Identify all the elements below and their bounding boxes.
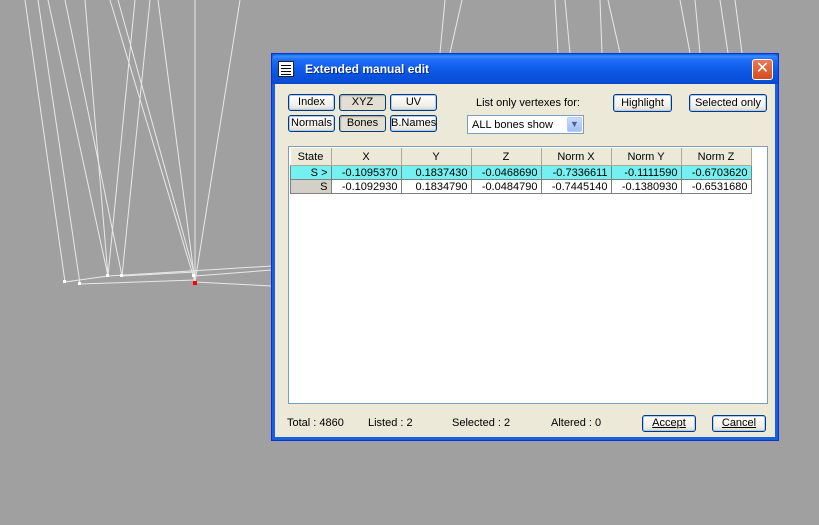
vertex-grid[interactable]: State X Y Z Norm X Norm Y Norm Z S > -0.… (288, 146, 768, 404)
normals-button[interactable]: Normals (288, 115, 335, 132)
col-header-z[interactable]: Z (471, 148, 542, 166)
highlight-button[interactable]: Highlight (613, 94, 672, 112)
cell-x[interactable]: -0.1092930 (330, 179, 402, 194)
bones-button[interactable]: Bones (339, 115, 386, 132)
xyz-button[interactable]: XYZ (339, 94, 386, 111)
cell-y[interactable]: 0.1837430 (400, 165, 472, 180)
cell-norm-z[interactable]: -0.6531680 (680, 179, 752, 194)
table-row[interactable]: S > -0.1095370 0.1837430 -0.0468690 -0.7… (290, 165, 752, 180)
listed-count: Listed : 2 (368, 417, 413, 429)
accept-button[interactable]: Accept (642, 415, 696, 432)
uv-button[interactable]: UV (390, 94, 437, 111)
cell-x[interactable]: -0.1095370 (330, 165, 402, 180)
table-row[interactable]: S -0.1092930 0.1834790 -0.0484790 -0.744… (290, 179, 752, 194)
grid-header-row: State X Y Z Norm X Norm Y Norm Z (290, 148, 752, 166)
index-button[interactable]: Index (288, 94, 335, 111)
col-header-x[interactable]: X (331, 148, 402, 166)
grid-table-icon (278, 61, 294, 77)
col-header-y[interactable]: Y (401, 148, 472, 166)
bones-filter-dropdown[interactable]: ALL bones show ▼ (467, 115, 584, 134)
dialog-content: Index XYZ UV Normals Bones B.Names List … (276, 84, 774, 436)
close-icon: ✕ (755, 60, 770, 77)
bones-filter-value: ALL bones show (472, 119, 553, 131)
cell-norm-y[interactable]: -0.1380930 (610, 179, 682, 194)
altered-count: Altered : 0 (551, 417, 602, 429)
cell-y[interactable]: 0.1834790 (400, 179, 472, 194)
col-header-norm-z[interactable]: Norm Z (681, 148, 752, 166)
cancel-button[interactable]: Cancel (712, 415, 766, 432)
vertex-table: State X Y Z Norm X Norm Y Norm Z S > -0.… (290, 148, 752, 194)
cell-z[interactable]: -0.0484790 (470, 179, 542, 194)
chevron-down-icon[interactable]: ▼ (567, 117, 582, 132)
cell-norm-x[interactable]: -0.7336611 (540, 165, 612, 180)
col-header-norm-y[interactable]: Norm Y (611, 148, 682, 166)
list-only-label: List only vertexes for: (476, 97, 580, 109)
extended-manual-edit-dialog: Extended manual edit ✕ Index XYZ UV Norm… (271, 53, 779, 441)
bnames-button[interactable]: B.Names (390, 115, 437, 132)
cell-norm-y[interactable]: -0.1111590 (610, 165, 682, 180)
cell-norm-z[interactable]: -0.6703620 (680, 165, 752, 180)
cell-state[interactable]: S (290, 179, 332, 194)
col-header-norm-x[interactable]: Norm X (541, 148, 612, 166)
window-title: Extended manual edit (305, 62, 430, 76)
title-bar[interactable]: Extended manual edit ✕ (272, 54, 778, 84)
selected-only-button[interactable]: Selected only (689, 94, 767, 112)
col-header-state[interactable]: State (290, 148, 332, 166)
cell-state[interactable]: S > (290, 165, 332, 180)
close-button[interactable]: ✕ (752, 59, 773, 80)
selected-count: Selected : 2 (452, 417, 511, 429)
cell-norm-x[interactable]: -0.7445140 (540, 179, 612, 194)
cell-z[interactable]: -0.0468690 (470, 165, 542, 180)
total-count: Total : 4860 (287, 417, 344, 429)
selected-vertex-marker (193, 281, 197, 285)
